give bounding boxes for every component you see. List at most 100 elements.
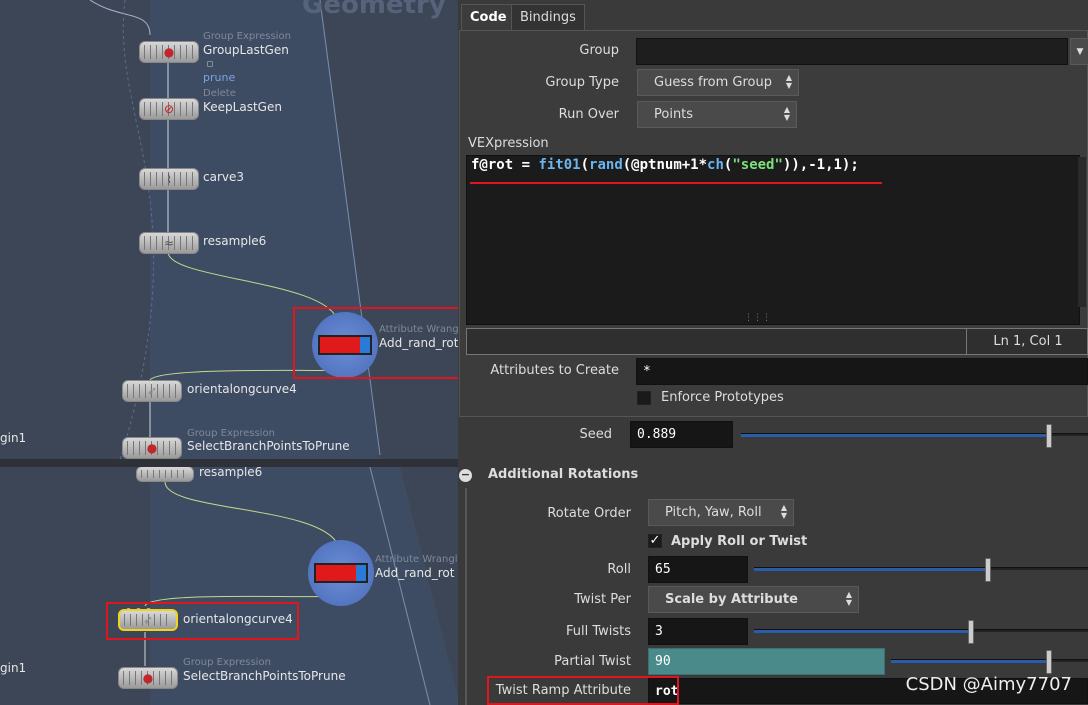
watermark-text: CSDN @Aimy7707 [905, 674, 1072, 695]
run-over-value: Points [654, 107, 694, 122]
highlight-box-orient [106, 602, 299, 640]
seed-label: Seed [579, 427, 613, 442]
twist-per-label: Twist Per [574, 592, 631, 607]
vex-token: rand [589, 157, 623, 173]
vex-token: "seed" [732, 157, 783, 173]
editor-scrollbar[interactable] [1078, 157, 1086, 307]
apply-roll-checkbox[interactable]: ✓ [648, 534, 662, 548]
status-divider [966, 328, 967, 355]
attribute-wrangle-icon [314, 563, 368, 583]
node-type-label: Delete [203, 88, 236, 99]
vex-token: (@ptnum+1* [622, 157, 708, 173]
node-type-label: Group Expression [187, 428, 275, 439]
collapse-section-icon[interactable]: − [459, 469, 472, 482]
group-input[interactable] [636, 38, 1068, 65]
section-rail [465, 488, 467, 705]
delete-icon: ⊘ [163, 102, 175, 116]
enforce-prototypes-label: Enforce Prototypes [661, 390, 784, 405]
node-name-label[interactable]: SelectBranchPointsToPrune [183, 669, 346, 683]
node-type-label: Group Expression [203, 31, 291, 42]
updown-arrows-icon: ▲ ▼ [780, 503, 787, 520]
editor-resize-grip-icon[interactable]: ⋮⋮⋮ [744, 313, 771, 323]
node-keeplastgen[interactable]: ⊘ [139, 98, 199, 120]
group-menu-button[interactable]: ▼ [1070, 38, 1088, 65]
vexpression-code-line[interactable]: f@rot = fit01(rand(@ptnum+1*ch("seed")),… [471, 157, 859, 173]
node-name-label[interactable]: resample6 [203, 234, 266, 248]
node-type-label: Attribute Wrangle [375, 554, 458, 565]
highlight-box-wrangle [293, 307, 458, 379]
full-twists-input[interactable]: 3 [648, 618, 748, 645]
apply-roll-label: Apply Roll or Twist [671, 534, 808, 549]
run-over-label: Run Over [558, 107, 619, 122]
network-editor[interactable]: Geometry ● Group Expression GroupLastGen… [0, 0, 458, 705]
node-type-label: Group Expression [183, 657, 271, 668]
node-selectbranchpointstoprune[interactable]: ● [118, 667, 178, 689]
node-resample6[interactable] [136, 466, 194, 482]
lock-icon [207, 61, 213, 67]
vex-token: ch [707, 157, 724, 173]
cursor-position-text: Ln 1, Col 1 [993, 334, 1063, 349]
parameter-editor: Code Bindings Group ▼ Group Type Guess f… [458, 0, 1088, 705]
vexpression-label: VEXpression [468, 136, 549, 151]
node-resample6[interactable]: ≈ [139, 232, 199, 254]
twist-per-value: Scale by Attribute [665, 592, 798, 607]
highlight-box-twist-ramp [487, 676, 679, 705]
full-twists-slider[interactable] [754, 620, 1088, 644]
seed-slider[interactable] [741, 424, 1088, 448]
rotate-order-dropdown[interactable]: Pitch, Yaw, Roll ▲ ▼ [648, 499, 794, 526]
rotate-order-value: Pitch, Yaw, Roll [665, 505, 762, 520]
node-add-rand-rot[interactable] [308, 540, 374, 606]
enforce-prototypes-checkbox[interactable] [637, 391, 651, 405]
section-title: Additional Rotations [488, 467, 639, 482]
attributes-to-create-input[interactable]: * [636, 358, 1088, 385]
updown-arrows-icon: ▲ ▼ [845, 590, 852, 607]
group-type-label: Group Type [545, 75, 619, 90]
node-orientalongcurve4[interactable]: ➶ [122, 380, 182, 402]
orient-along-curve-icon: ➶ [146, 384, 158, 398]
tab-code[interactable]: Code [461, 4, 516, 30]
node-name-label[interactable]: orientalongcurve4 [187, 382, 297, 396]
code-underline [470, 182, 882, 184]
resample-icon: ≈ [163, 236, 175, 250]
node-name-label[interactable]: GroupLastGen [203, 43, 289, 57]
attributes-to-create-label: Attributes to Create [490, 363, 619, 378]
group-expression-icon: ● [142, 671, 154, 685]
node-carve3[interactable]: ⌇ [139, 168, 199, 190]
roll-slider[interactable] [754, 558, 1088, 582]
node-name-label[interactable]: Add_rand_rot [375, 566, 454, 580]
node-name-label[interactable]: resample6 [199, 465, 262, 479]
vex-token: fit01 [538, 157, 581, 173]
rotate-order-label: Rotate Order [547, 506, 631, 521]
group-expression-icon: ● [146, 441, 158, 455]
twist-per-dropdown[interactable]: Scale by Attribute ▲ ▼ [648, 586, 859, 613]
vex-token: )),-1,1); [782, 157, 859, 173]
full-twists-label: Full Twists [565, 624, 631, 639]
run-over-dropdown[interactable]: Points ▲ ▼ [637, 101, 797, 128]
group-type-dropdown[interactable]: Guess from Group ▲ ▼ [637, 69, 799, 96]
seed-input[interactable]: 0.889 [630, 421, 733, 448]
partial-twist-input[interactable]: 90 [648, 648, 885, 675]
node-name-label[interactable]: KeepLastGen [203, 100, 282, 114]
group-name-label: prune [203, 71, 236, 84]
node-grouplastgen[interactable]: ● [139, 41, 199, 63]
node-selectbranchpointstoprune[interactable]: ● [122, 437, 182, 459]
group-type-value: Guess from Group [654, 75, 772, 90]
partial-twist-slider[interactable] [891, 650, 1088, 674]
vexpression-editor[interactable] [466, 155, 1080, 325]
edge-node-label: gin1 [0, 661, 27, 675]
edge-node-label: gin1 [0, 431, 27, 445]
roll-input[interactable]: 65 [648, 556, 748, 583]
node-name-label[interactable]: SelectBranchPointsToPrune [187, 439, 350, 453]
vex-token: ( [580, 157, 590, 173]
group-label: Group [579, 43, 619, 58]
group-expression-icon: ● [163, 45, 175, 59]
partial-twist-label: Partial Twist [554, 654, 631, 669]
updown-arrows-icon: ▲ ▼ [785, 73, 792, 90]
network-title-ghost: Geometry [302, 0, 446, 20]
carve-icon: ⌇ [166, 172, 172, 186]
vex-token: f@rot = [471, 157, 539, 173]
updown-arrows-icon: ▲ ▼ [783, 105, 790, 122]
node-name-label[interactable]: carve3 [203, 170, 244, 184]
tab-bindings[interactable]: Bindings [511, 4, 585, 30]
roll-label: Roll [607, 562, 631, 577]
